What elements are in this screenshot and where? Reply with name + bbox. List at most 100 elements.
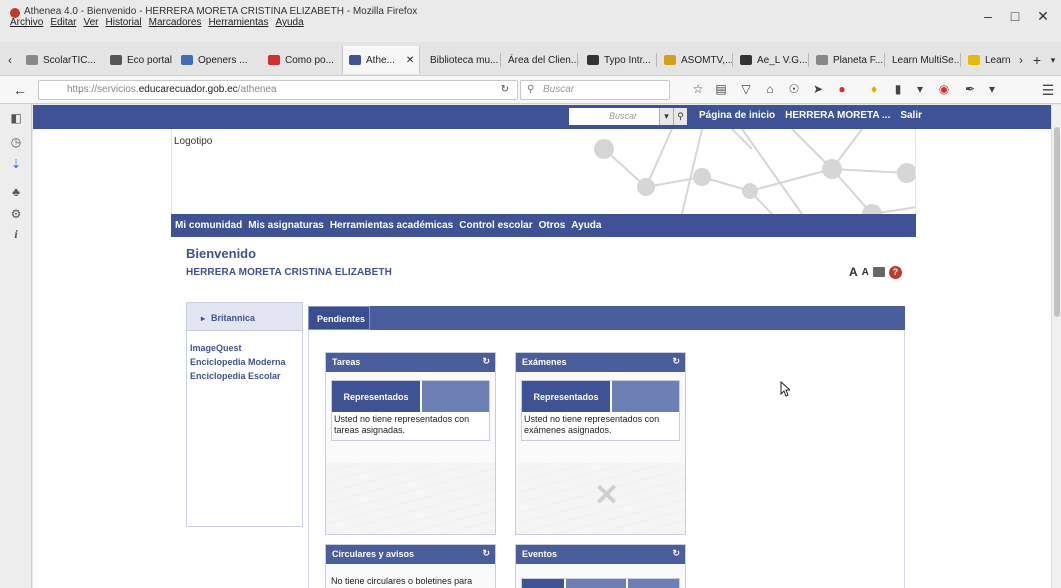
user-full-name: HERRERA MORETA CRISTINA ELIZABETH — [186, 267, 392, 278]
accessibility-tools: A A ? — [849, 265, 902, 279]
menu-ver[interactable]: Ver — [83, 17, 98, 28]
pocket-icon[interactable]: ▽ — [738, 82, 754, 96]
tab-representados[interactable]: Representados — [522, 381, 612, 412]
printer-icon[interactable] — [872, 267, 885, 277]
minimize-button[interactable]: – — [975, 8, 1001, 24]
menu-herramientas[interactable]: Herramientas — [208, 17, 268, 28]
tabs-scroll-left-icon[interactable]: ‹ — [4, 50, 16, 70]
window-titlebar: Athenea 4.0 - Bienvenido - HERRERA MORET… — [0, 0, 1061, 28]
extension-feather-icon[interactable]: ✒ — [962, 82, 978, 96]
download-arrow-icon[interactable]: ⇣ — [8, 156, 24, 172]
addons-puzzle-icon[interactable]: ♣ — [8, 184, 24, 200]
tab-area-cliente[interactable]: Área del Clien... — [502, 46, 585, 74]
tab-representados[interactable]: Representados — [332, 381, 422, 412]
bookmark-star-icon[interactable]: ☆ — [690, 82, 706, 96]
library-icon[interactable]: ▤ — [713, 82, 729, 96]
pinterest-icon[interactable]: ◉ — [936, 82, 952, 96]
tab-favicon-icon — [664, 55, 676, 65]
enciclopedia-escolar-link[interactable]: Enciclopedia Escolar — [187, 367, 302, 381]
tab-asomtv[interactable]: ASOMTV,... — [658, 46, 739, 74]
settings-gear-icon[interactable]: ⚙ — [8, 206, 24, 222]
examenes-card: Exámenes ↻ ✕ Representados Usted no tiene… — [515, 352, 686, 535]
imagequest-link[interactable]: ImageQuest — [187, 339, 302, 353]
main-navigation: Mi comunidad Mis asignaturas Herramienta… — [171, 214, 916, 237]
tab-favicon-icon — [587, 55, 599, 65]
send-icon[interactable]: ➤ — [810, 82, 826, 96]
search-dropdown-icon[interactable]: ▾ — [659, 108, 673, 125]
menu-archivo[interactable]: Archivo — [10, 17, 43, 28]
tab-planeta[interactable]: Planeta F... — [810, 46, 889, 74]
back-arrow-icon[interactable]: ← — [10, 80, 30, 100]
card-title: Exámenes ↻ — [516, 353, 685, 372]
tab-como-po[interactable]: Como po... — [262, 46, 340, 74]
help-icon[interactable]: ? — [888, 265, 902, 279]
extension-icon[interactable]: ▮ — [890, 82, 906, 96]
refresh-icon[interactable]: ↻ — [482, 548, 490, 559]
refresh-icon[interactable]: ↻ — [482, 356, 490, 367]
site-search-input[interactable]: Buscar — [569, 108, 659, 125]
tab-typo[interactable]: Typo Intr... — [581, 46, 657, 74]
info-icon[interactable]: i — [8, 226, 24, 242]
tab-openers[interactable]: Openers ... — [175, 46, 253, 74]
font-increase-button[interactable]: A — [849, 265, 858, 279]
history-clock-icon[interactable]: ◷ — [8, 134, 24, 150]
tabs-dropdown-icon[interactable]: ▾ — [1047, 50, 1059, 70]
eventos-tab[interactable] — [522, 579, 566, 588]
pending-tabbar — [308, 306, 905, 330]
sync-icon[interactable]: ☉ — [786, 82, 802, 96]
adblock-icon[interactable]: ● — [834, 82, 850, 96]
overflow-dropdown-icon[interactable]: ▾ — [984, 82, 1000, 96]
close-window-button[interactable]: ✕ — [1030, 8, 1056, 24]
sidebar-panel-icon[interactable]: ◧ — [8, 110, 24, 126]
tab-label: ASOMTV,... — [681, 54, 734, 66]
nav-mi-comunidad[interactable]: Mi comunidad — [175, 220, 242, 231]
tab-pendientes[interactable]: Pendientes — [308, 306, 370, 330]
tab-label: Como po... — [285, 54, 334, 66]
home-page-link[interactable]: Página de inicio — [699, 110, 775, 121]
tab-scolartic[interactable]: ScolarTIC... — [20, 46, 102, 74]
tab-biblioteca[interactable]: Biblioteca mu... — [424, 46, 504, 74]
tareas-card: Tareas ↻ Representados Usted no tiene rep… — [325, 352, 496, 535]
nav-control-escolar[interactable]: Control escolar — [459, 220, 532, 231]
nav-otros[interactable]: Otros — [539, 220, 566, 231]
user-profile-link[interactable]: HERRERA MORETA ... — [785, 110, 890, 121]
tab-ae-lvg[interactable]: Ae_L V.G... — [734, 46, 813, 74]
font-decrease-button[interactable]: A — [862, 267, 869, 278]
scrollbar-thumb[interactable] — [1054, 127, 1060, 317]
refresh-icon[interactable]: ↻ — [672, 548, 680, 559]
menu-marcadores[interactable]: Marcadores — [149, 17, 202, 28]
menu-editar[interactable]: Editar — [50, 17, 76, 28]
search-magnifier-icon[interactable]: ⚲ — [673, 108, 687, 125]
new-tab-icon[interactable]: + — [1030, 50, 1044, 70]
tab-label: Learn — [985, 54, 1011, 66]
card-title-text: Exámenes — [522, 357, 567, 367]
url-bar[interactable]: https://servicios.educarecuador.gob.ec/a… — [38, 80, 518, 100]
navigation-bar: ← https://servicios.educarecuador.gob.ec… — [0, 76, 1061, 104]
home-icon[interactable]: ⌂ — [762, 82, 778, 96]
browser-search-input[interactable]: ⚲ Buscar — [520, 80, 670, 100]
logout-link[interactable]: Salir — [900, 110, 922, 121]
enciclopedia-moderna-link[interactable]: Enciclopedia Moderna — [187, 353, 302, 367]
tab-learn-multise[interactable]: Learn MultiSe... — [886, 46, 968, 74]
extension-puzzle-icon[interactable]: ♦ — [866, 82, 882, 96]
search-icon: ⚲ — [527, 84, 535, 95]
nav-herramientas-academicas[interactable]: Herramientas académicas — [330, 220, 453, 231]
tab-learn[interactable]: Learn — [962, 46, 1017, 74]
maximize-button[interactable]: □ — [1002, 8, 1028, 24]
page-scrollbar[interactable] — [1051, 105, 1061, 588]
tab-eco-portal[interactable]: Eco portal — [104, 46, 178, 74]
hamburger-menu-icon[interactable]: ☰ — [1040, 82, 1056, 99]
extension-dropdown-icon[interactable]: ▾ — [912, 82, 928, 96]
nav-mis-asignaturas[interactable]: Mis asignaturas — [248, 220, 324, 231]
tab-favicon-icon — [816, 55, 828, 65]
close-tab-icon[interactable]: ✕ — [406, 55, 414, 66]
nav-ayuda[interactable]: Ayuda — [571, 220, 601, 231]
menu-ayuda[interactable]: Ayuda — [275, 17, 303, 28]
refresh-icon[interactable]: ↻ — [672, 356, 680, 367]
tab-athenea[interactable]: Athe... ✕ — [342, 46, 420, 74]
britannica-link[interactable]: Britannica — [187, 303, 302, 331]
reload-icon[interactable]: ↻ — [501, 81, 509, 99]
menu-historial[interactable]: Historial — [106, 17, 142, 28]
tabs-scroll-right-icon[interactable]: › — [1016, 50, 1026, 70]
tab-favicon-icon — [110, 55, 122, 65]
